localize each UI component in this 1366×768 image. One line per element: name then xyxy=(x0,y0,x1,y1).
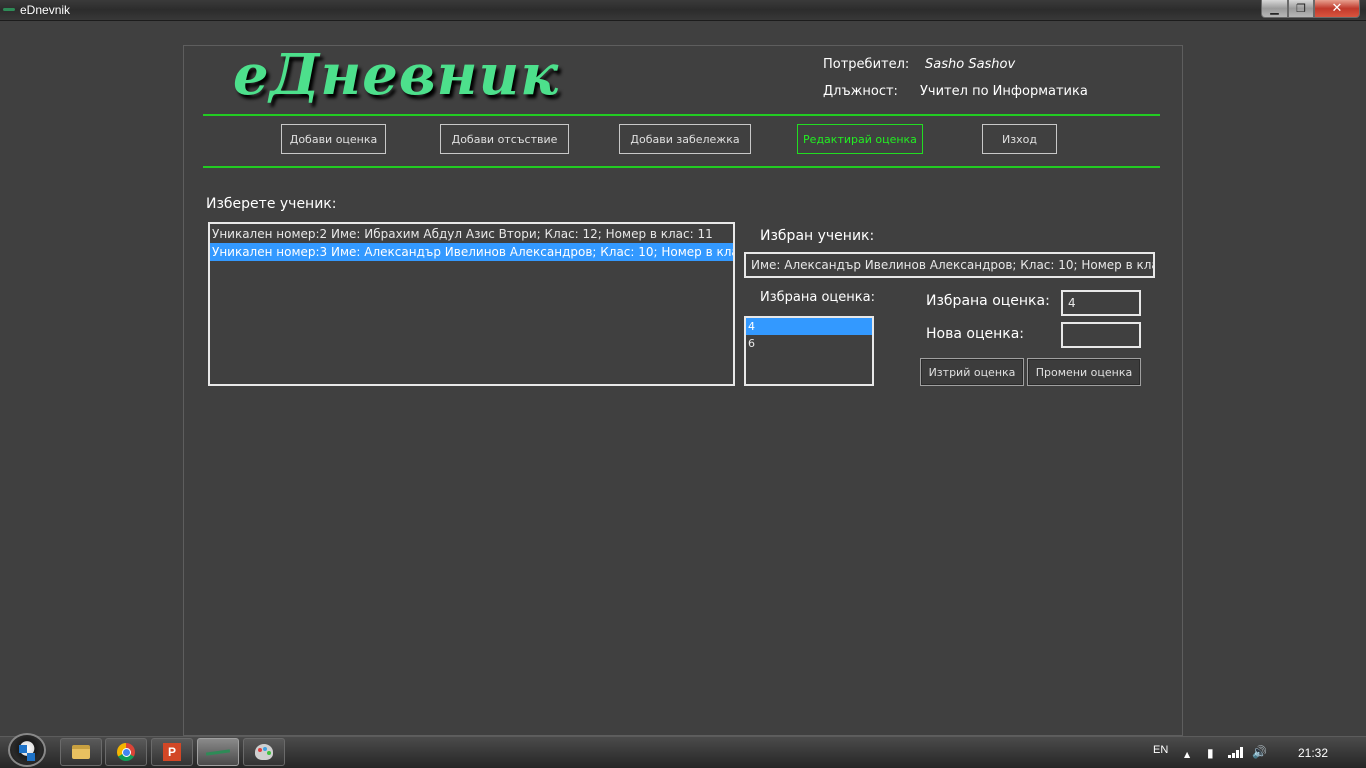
start-button[interactable] xyxy=(8,733,46,767)
grades-list-label: Избрана оценка: xyxy=(760,290,875,305)
maximize-icon: ❐ xyxy=(1296,2,1306,15)
add-note-button[interactable]: Добави забележка xyxy=(619,124,751,154)
delete-grade-button[interactable]: Изтрий оценка xyxy=(920,358,1024,386)
minimize-icon: ▁ xyxy=(1270,2,1279,15)
list-item[interactable]: 6 xyxy=(746,335,872,352)
taskbar-powerpoint[interactable]: P xyxy=(151,738,193,766)
grades-list[interactable]: 4 6 xyxy=(744,316,874,386)
close-button[interactable]: ✕ xyxy=(1314,0,1360,18)
folder-icon xyxy=(72,745,90,759)
taskbar-ednevnik[interactable] xyxy=(197,738,239,766)
volume-icon[interactable]: 🔊 xyxy=(1252,745,1267,759)
student-list[interactable]: Уникален номер:2 Име: Ибрахим Абдул Азис… xyxy=(208,222,735,386)
header-divider-top xyxy=(203,114,1160,116)
taskbar-paint[interactable] xyxy=(243,738,285,766)
show-hidden-icons-icon[interactable]: ▲ xyxy=(1184,750,1190,759)
add-absence-button[interactable]: Добави отсъствие xyxy=(440,124,569,154)
taskbar-explorer[interactable] xyxy=(60,738,102,766)
window-controls: ▁ ❐ ✕ xyxy=(1261,0,1360,18)
selected-grade-field[interactable]: 4 xyxy=(1061,290,1141,316)
position-label: Длъжност: xyxy=(823,84,898,99)
start-logo-quarter xyxy=(19,745,27,753)
user-label: Потребител: xyxy=(823,57,910,72)
minimize-button[interactable]: ▁ xyxy=(1261,0,1288,18)
powerpoint-icon: P xyxy=(163,743,181,761)
new-grade-input[interactable] xyxy=(1061,322,1141,348)
start-logo-quarter xyxy=(27,753,35,761)
list-item[interactable]: Уникален номер:3 Име: Александър Ивелино… xyxy=(210,243,733,261)
new-grade-label: Нова оценка: xyxy=(926,326,1024,342)
chrome-icon xyxy=(117,743,135,761)
close-icon: ✕ xyxy=(1331,1,1343,16)
window-titlebar: eDnevnik ▁ ❐ ✕ xyxy=(0,0,1366,21)
header-divider-bottom xyxy=(203,166,1160,168)
change-grade-button[interactable]: Промени оценка xyxy=(1027,358,1141,386)
taskbar-chrome[interactable] xyxy=(105,738,147,766)
language-indicator[interactable]: EN xyxy=(1153,744,1168,756)
power-icon[interactable]: ▮ xyxy=(1207,746,1214,760)
network-icon[interactable] xyxy=(1228,747,1244,758)
app-logo: eДневник xyxy=(233,42,560,108)
selected-grade-label: Избрана оценка: xyxy=(926,293,1050,309)
maximize-button[interactable]: ❐ xyxy=(1288,0,1314,18)
list-item[interactable]: 4 xyxy=(746,318,872,335)
window-title: eDnevnik xyxy=(20,3,71,17)
paint-icon xyxy=(255,744,273,760)
clock[interactable]: 21:32 xyxy=(1298,746,1328,760)
ednevnik-icon xyxy=(205,748,231,756)
exit-button[interactable]: Изход xyxy=(982,124,1057,154)
selected-student-field[interactable]: Име: Александър Ивелинов Александров; Кл… xyxy=(744,252,1155,278)
app-icon xyxy=(3,8,15,11)
select-student-label: Изберете ученик: xyxy=(206,196,337,212)
list-item[interactable]: Уникален номер:2 Име: Ибрахим Абдул Азис… xyxy=(210,225,733,243)
selected-student-label: Избран ученик: xyxy=(760,228,875,244)
edit-grade-button[interactable]: Редактирай оценка xyxy=(797,124,923,154)
user-value: Sasho Sashov xyxy=(925,57,1016,72)
position-value: Учител по Информатика xyxy=(920,84,1088,99)
add-grade-button[interactable]: Добави оценка xyxy=(281,124,386,154)
